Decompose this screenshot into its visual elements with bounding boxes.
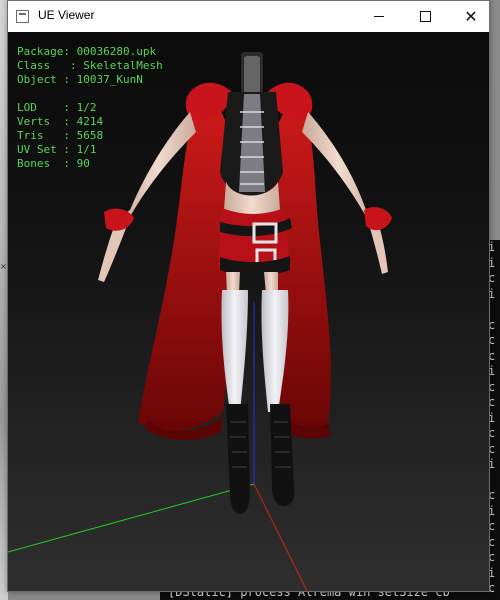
object-row: Object : 10037_KunN xyxy=(17,73,163,87)
bones-row: Bones : 90 xyxy=(17,157,163,171)
lod-value: 1/2 xyxy=(76,101,97,114)
ue-viewer-window[interactable]: UE Viewer ✕ Package: 00036280.upk Class … xyxy=(7,0,490,592)
mesh-info-overlay: Package: 00036280.upk Class : SkeletalMe… xyxy=(17,45,163,171)
package-label: Package xyxy=(17,45,64,58)
minimize-button[interactable] xyxy=(356,1,402,32)
boot-right xyxy=(270,404,295,506)
stocking-left xyxy=(221,290,248,412)
class-label: Class xyxy=(17,59,51,72)
tris-row: Tris : 5658 xyxy=(17,129,163,143)
desktop-edge-marker: × xyxy=(0,262,7,271)
info-sep: : xyxy=(43,129,77,142)
verts-row: Verts : 4214 xyxy=(17,115,163,129)
info-sep: : xyxy=(56,73,77,86)
uvset-label: UV Set xyxy=(17,143,57,156)
axis-y-line xyxy=(8,483,255,553)
bones-value: 90 xyxy=(76,157,90,170)
info-sep: : xyxy=(56,143,77,156)
info-sep: : xyxy=(36,101,77,114)
info-sep: : xyxy=(50,157,77,170)
lod-label: LOD xyxy=(17,101,37,114)
close-icon: ✕ xyxy=(464,6,478,26)
lod-row: LOD : 1/2 xyxy=(17,101,163,115)
object-value: 10037_KunN xyxy=(76,73,143,86)
class-value: SkeletalMesh xyxy=(83,59,163,72)
verts-label: Verts xyxy=(17,115,51,128)
minimize-icon xyxy=(374,16,384,17)
class-row: Class : SkeletalMesh xyxy=(17,59,163,73)
3d-viewport[interactable]: Package: 00036280.upk Class : SkeletalMe… xyxy=(8,32,489,591)
info-sep: : xyxy=(63,45,77,58)
package-value: 00036280.upk xyxy=(76,45,157,58)
info-sep: : xyxy=(50,59,84,72)
bones-label: Bones xyxy=(17,157,51,170)
tris-label: Tris xyxy=(17,129,44,142)
info-sep: : xyxy=(50,115,77,128)
package-row: Package: 00036280.upk xyxy=(17,45,163,59)
maximize-button[interactable] xyxy=(402,1,448,32)
maximize-icon xyxy=(419,11,431,22)
verts-value: 4214 xyxy=(76,115,104,128)
tris-value: 5658 xyxy=(76,129,104,142)
object-label: Object xyxy=(17,73,57,86)
boot-left xyxy=(226,404,250,514)
uvset-row: UV Set : 1/1 xyxy=(17,143,163,157)
uvset-value: 1/1 xyxy=(76,143,97,156)
app-window-icon xyxy=(16,10,29,23)
title-bar[interactable]: UE Viewer ✕ xyxy=(8,1,489,32)
close-button[interactable]: ✕ xyxy=(448,1,494,32)
window-title: UE Viewer xyxy=(38,8,95,22)
